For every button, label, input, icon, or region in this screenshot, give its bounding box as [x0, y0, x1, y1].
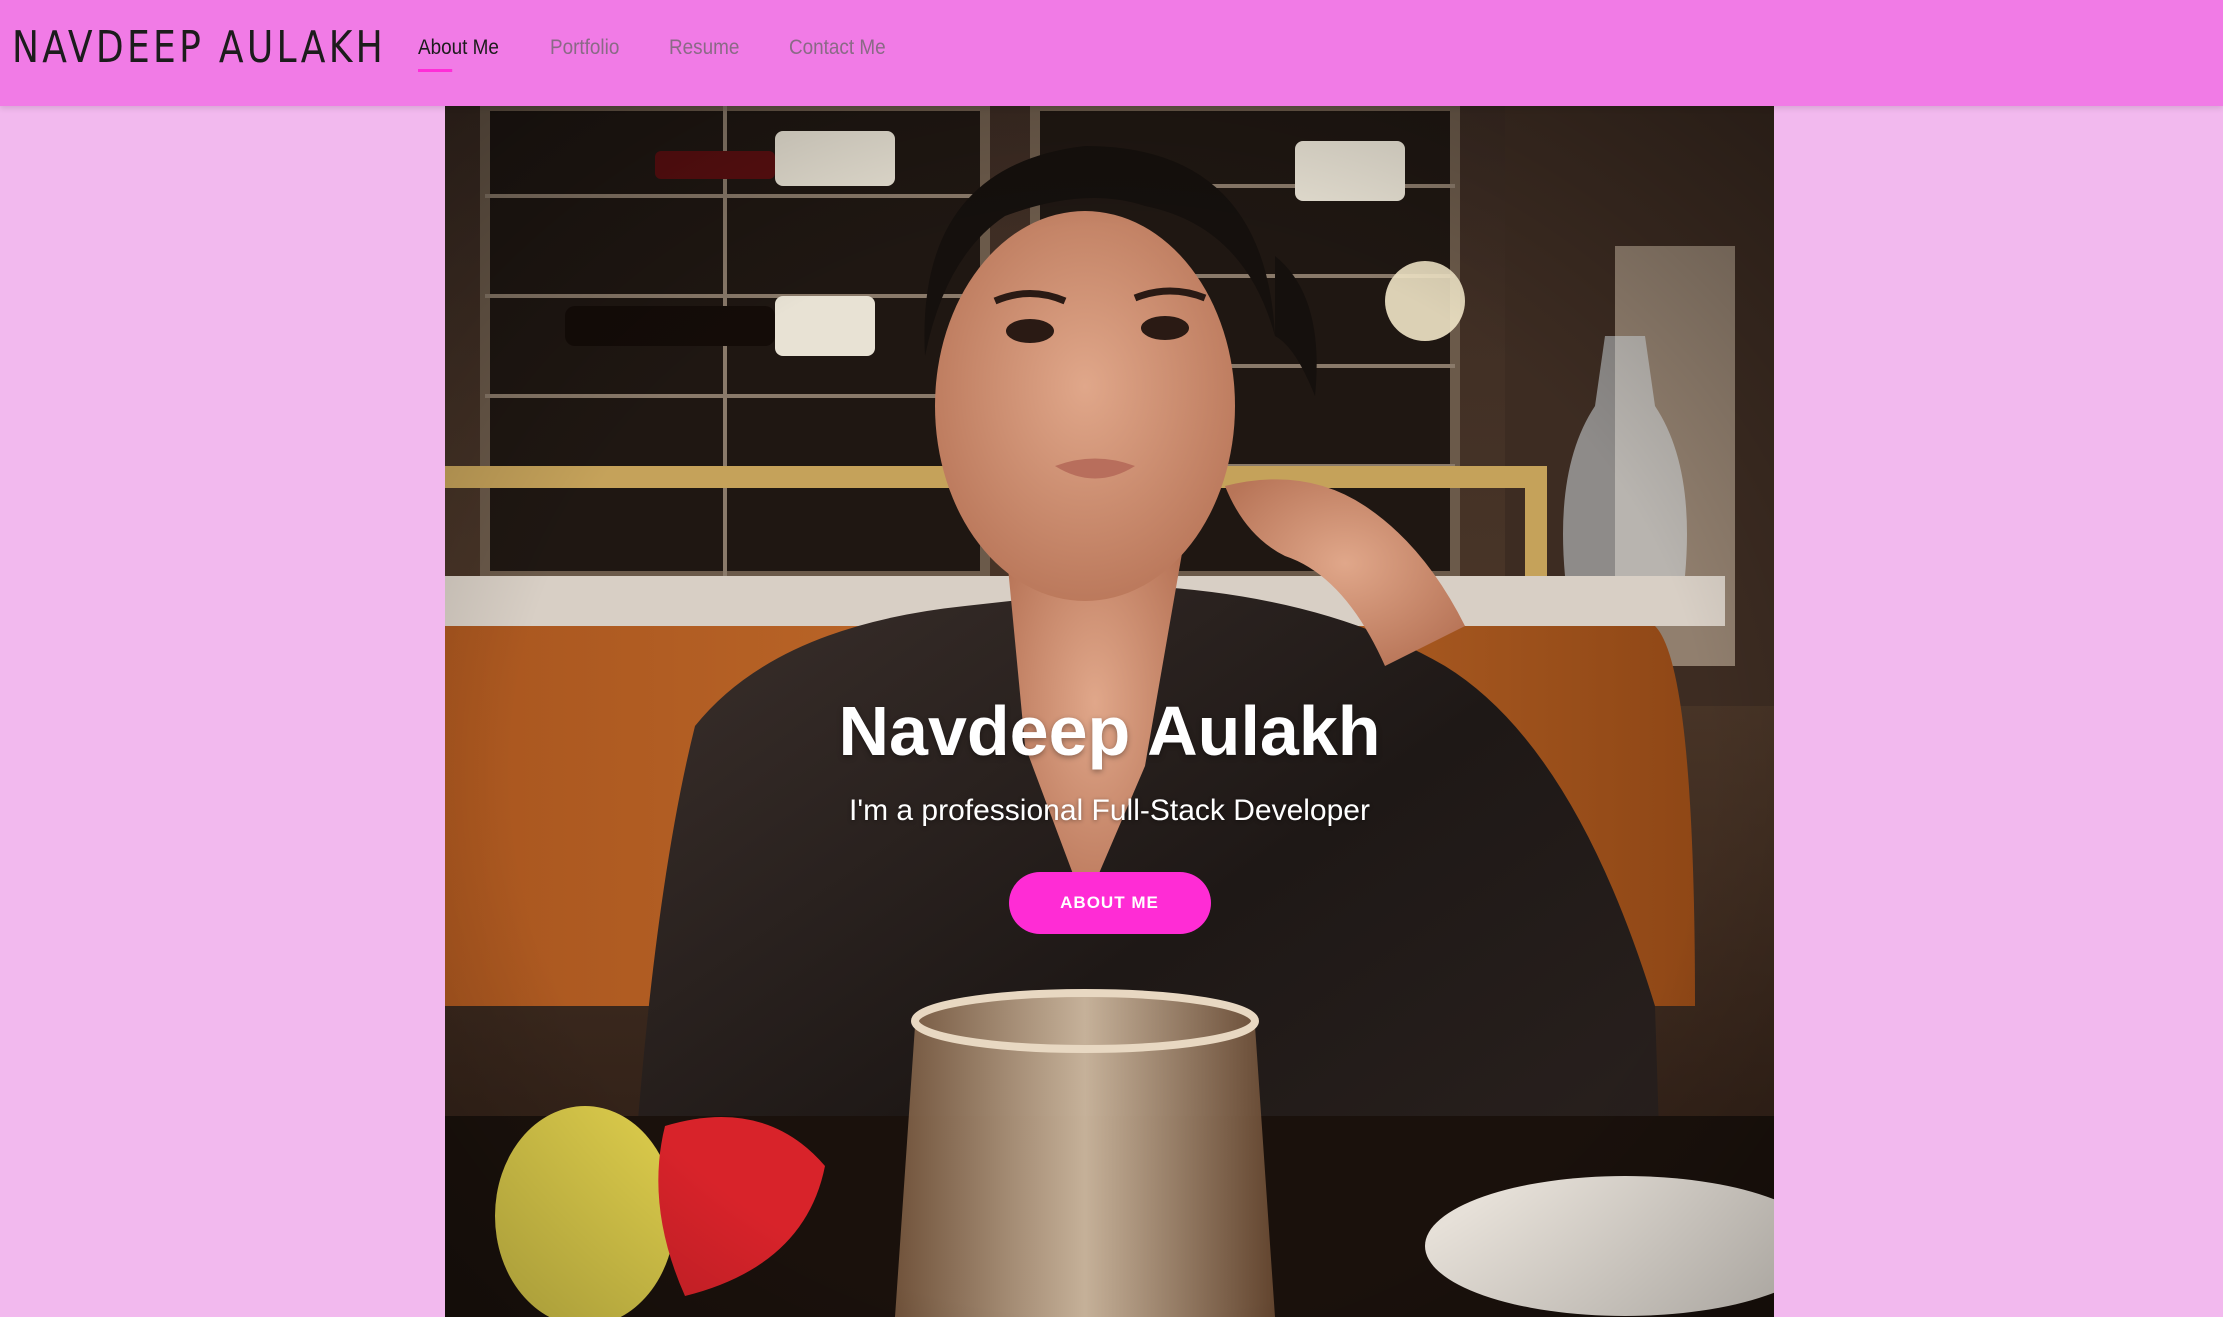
hero-title: Navdeep Aulakh	[838, 692, 1381, 770]
nav-link-portfolio[interactable]: Portfolio	[550, 36, 619, 60]
nav-link-about-me[interactable]: About Me	[418, 36, 499, 72]
hero-section: Navdeep Aulakh I'm a professional Full-S…	[445, 106, 1774, 1317]
hero-subtitle: I'm a professional Full-Stack Developer	[849, 794, 1370, 827]
nav-link-resume[interactable]: Resume	[669, 36, 739, 60]
nav-links: About Me Portfolio Resume Contact Me	[418, 36, 939, 72]
about-me-button[interactable]: ABOUT ME	[1008, 872, 1211, 934]
top-navbar: NAVDEEP AULAKH About Me Portfolio Resume…	[0, 0, 2223, 106]
brand-logo-text[interactable]: NAVDEEP AULAKH	[12, 22, 386, 73]
nav-link-contact-me[interactable]: Contact Me	[789, 36, 886, 60]
hero-text-block: Navdeep Aulakh I'm a professional Full-S…	[445, 696, 1774, 934]
